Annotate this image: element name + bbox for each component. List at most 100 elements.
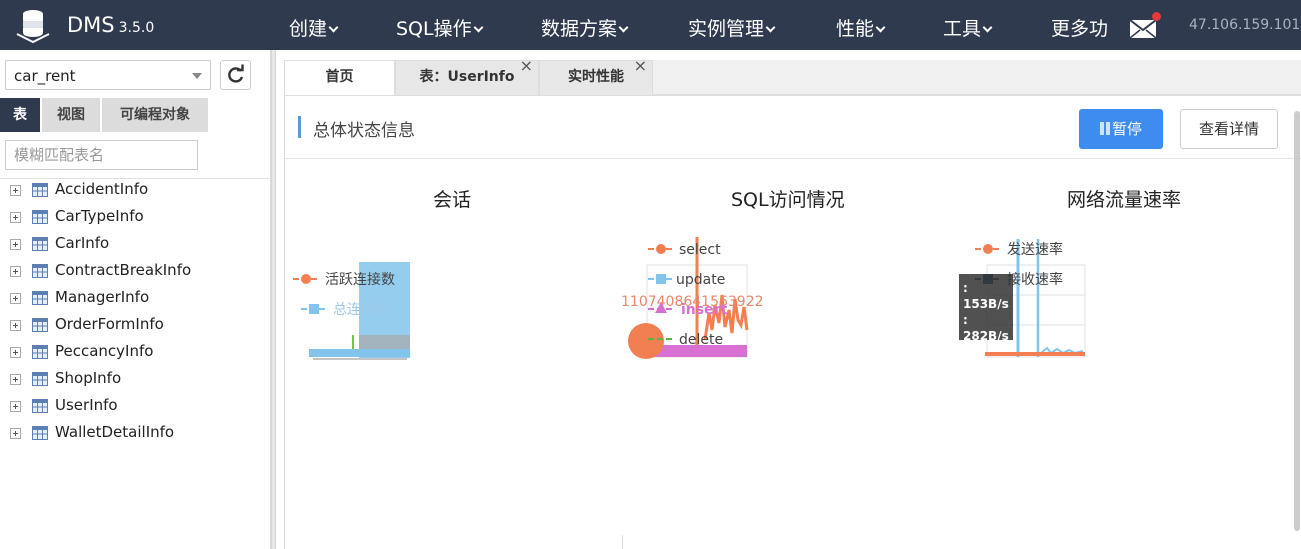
- legend-total-connections: 总连接数: [333, 301, 389, 318]
- legend-select: select: [679, 242, 721, 258]
- nav-label: 性能: [836, 18, 875, 40]
- baseline-bar: [309, 349, 410, 357]
- table-icon: [32, 399, 48, 413]
- divider: [622, 535, 623, 549]
- tab-label: 视图: [57, 107, 85, 123]
- table-icon: [32, 210, 48, 224]
- legend-delete: delete: [679, 332, 723, 348]
- chevron-down-icon: [982, 22, 993, 33]
- sidebar-splitter[interactable]: [271, 50, 276, 549]
- legend-update: update: [676, 272, 725, 288]
- table-icon: [32, 264, 48, 278]
- pause-icon: [1099, 122, 1104, 135]
- table-name: CarTypeInfo: [55, 207, 144, 225]
- database-select-value: car_rent: [14, 67, 76, 85]
- expand-plus-icon[interactable]: [8, 318, 23, 333]
- table-name: UserInfo: [55, 396, 118, 414]
- sidebar: car_rent 表 视图 可编程对象 AccidentInfo CarTypeI…: [0, 50, 271, 549]
- legend-insert: insert: [681, 302, 727, 318]
- table-name: AccidentInfo: [55, 180, 149, 198]
- tab-label: 表：UserInfo: [419, 69, 515, 85]
- tooltip-line-receive: : 282B/s: [963, 313, 1009, 343]
- nav-create[interactable]: 创建: [289, 14, 339, 41]
- divider: [0, 178, 271, 179]
- main-content: 总体状态信息 暂停 查看详情 会话 SQL访问情况 网络流量速率 活跃连接数 总…: [284, 95, 1301, 549]
- pause-button[interactable]: 暂停: [1079, 109, 1163, 149]
- expand-plus-icon[interactable]: [8, 345, 23, 360]
- section-accent-bar: [298, 116, 301, 138]
- pause-icon: [1105, 122, 1110, 135]
- table-name: CarInfo: [55, 234, 110, 252]
- select-marker: [628, 323, 664, 359]
- tab-tables[interactable]: 表: [0, 98, 40, 132]
- nav-performance[interactable]: 性能: [836, 14, 886, 41]
- expand-plus-icon[interactable]: [8, 210, 23, 225]
- nav-label: 更多功: [1051, 18, 1109, 40]
- panel-title-sql: SQL访问情况: [731, 189, 845, 211]
- tab-views[interactable]: 视图: [42, 98, 100, 132]
- panel-title-network: 网络流量速率: [1067, 189, 1182, 211]
- expand-plus-icon[interactable]: [8, 264, 23, 279]
- section-header: 总体状态信息 暂停 查看详情: [285, 95, 1301, 159]
- nav-sql[interactable]: SQL操作: [396, 14, 484, 41]
- legend-marker-select: [656, 244, 666, 254]
- top-navbar: DMS 3.5.0 创建 SQL操作 数据方案 实例管理 性能 工具 更多功 47…: [0, 0, 1301, 50]
- nav-label: 数据方案: [541, 18, 618, 40]
- tab-home[interactable]: 首页: [284, 60, 395, 96]
- nav-tools[interactable]: 工具: [943, 14, 993, 41]
- tab-programmable[interactable]: 可编程对象: [102, 98, 208, 132]
- expand-plus-icon[interactable]: [8, 426, 23, 441]
- expand-plus-icon[interactable]: [8, 372, 23, 387]
- tab-label: 实时性能: [568, 69, 624, 85]
- refresh-button[interactable]: [220, 60, 251, 90]
- expand-plus-icon[interactable]: [8, 183, 23, 198]
- session-chart: 活跃连接数 总连接数: [293, 262, 410, 360]
- server-ip: 47.106.159.101: [1189, 17, 1301, 33]
- panel-title-session: 会话: [433, 189, 472, 211]
- section-title: 总体状态信息: [313, 121, 415, 141]
- table-icon: [32, 183, 48, 197]
- table-icon: [32, 291, 48, 305]
- table-name: ManagerInfo: [55, 288, 150, 306]
- table-icon: [32, 345, 48, 359]
- table-name: WalletDetailInfo: [55, 423, 175, 441]
- tab-bar-fill: [653, 60, 1301, 95]
- legend-marker-update: [656, 274, 666, 284]
- legend-marker-send: [983, 244, 993, 254]
- view-details-button[interactable]: 查看详情: [1180, 109, 1278, 149]
- app-name: DMS: [67, 13, 115, 37]
- nav-data-plan[interactable]: 数据方案: [541, 14, 629, 41]
- expand-plus-icon[interactable]: [8, 291, 23, 306]
- expand-plus-icon[interactable]: [8, 399, 23, 414]
- chart-tooltip: : 153B/s : 282B/s: [959, 274, 1013, 343]
- scrollbar[interactable]: [1294, 111, 1300, 531]
- table-name: ShopInfo: [55, 369, 122, 387]
- legend-active-connections: 活跃连接数: [325, 271, 395, 288]
- sql-chart: 1107408641563922 select update insert de…: [621, 237, 764, 359]
- tab-userinfo[interactable]: 表：UserInfo ×: [395, 58, 539, 95]
- app-version: 3.5.0: [118, 20, 155, 36]
- nav-more[interactable]: 更多功: [1051, 14, 1108, 41]
- legend-receive-rate: 接收速率: [1007, 271, 1063, 288]
- chevron-down-icon: [473, 22, 484, 33]
- table-icon: [32, 237, 48, 251]
- table-filter-input[interactable]: [5, 140, 198, 170]
- close-icon[interactable]: ×: [520, 58, 533, 74]
- database-logo-icon: [16, 10, 50, 44]
- close-icon[interactable]: ×: [634, 58, 647, 74]
- tab-label: 首页: [325, 69, 354, 85]
- legend-marker-active: [301, 274, 311, 284]
- nav-instance[interactable]: 实例管理: [688, 14, 776, 41]
- database-select[interactable]: car_rent: [5, 60, 211, 90]
- chevron-down-icon: [875, 22, 886, 33]
- table-icon: [32, 372, 48, 386]
- chevron-down-icon: [328, 22, 339, 33]
- table-name: OrderFormInfo: [55, 315, 164, 333]
- nav-label: SQL操作: [396, 18, 472, 40]
- expand-plus-icon[interactable]: [8, 237, 23, 252]
- notification-dot: [1152, 12, 1161, 21]
- legend-send-rate: 发送速率: [1007, 241, 1063, 258]
- mail-icon[interactable]: [1129, 18, 1157, 40]
- tab-realtime-perf[interactable]: 实时性能 ×: [539, 58, 653, 95]
- table-icon: [32, 318, 48, 332]
